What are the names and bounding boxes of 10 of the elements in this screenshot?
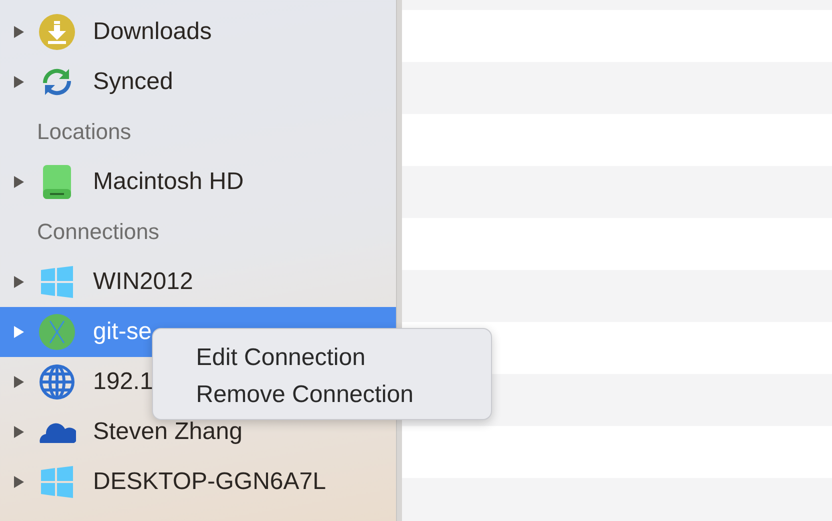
item-label: Synced [93, 68, 174, 96]
item-label: git-se [93, 318, 152, 346]
section-header: Connections [37, 219, 160, 245]
item-label: Steven Zhang [93, 418, 242, 446]
item-label: 192.1 [93, 368, 154, 396]
item-label: Macintosh HD [93, 168, 244, 196]
section-header: Locations [37, 119, 132, 145]
item-label: Downloads [93, 18, 212, 46]
item-label: WIN2012 [93, 268, 194, 296]
item-label: DESKTOP-GGN6A7L [93, 468, 326, 496]
